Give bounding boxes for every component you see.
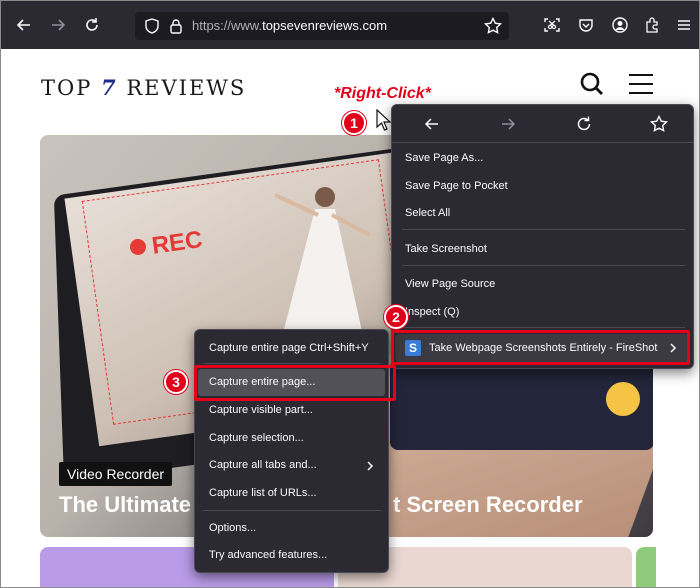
step-2-badge: 2: [384, 305, 408, 329]
capture-entire-page-highlight-box: [194, 365, 396, 401]
forward-arrow-icon[interactable]: [498, 114, 518, 134]
menu-item-save-page-as[interactable]: Save Page As...: [405, 152, 483, 164]
menu-separator: [203, 510, 381, 511]
menu-item-select-all[interactable]: Select All: [405, 207, 450, 219]
menu-separator: [402, 229, 685, 230]
record-button-illustration: [606, 382, 640, 416]
url-prefix: https://www.: [192, 18, 263, 33]
account-icon[interactable]: [607, 12, 633, 38]
menu-item-take-screenshot[interactable]: Take Screenshot: [405, 243, 487, 255]
search-icon[interactable]: [579, 71, 605, 97]
url-bar[interactable]: https://www.topsevenreviews.com: [135, 12, 509, 40]
url-domain: topsevenreviews.com: [262, 18, 388, 33]
back-arrow-icon[interactable]: [11, 12, 37, 38]
bookmark-star-icon[interactable]: [483, 16, 503, 36]
site-logo[interactable]: TOP 7 REVIEWS: [41, 75, 246, 100]
logo-seven: 7: [101, 75, 118, 100]
step-3-badge: 3: [164, 370, 188, 394]
site-menu-icon[interactable]: [628, 73, 654, 95]
menu-separator: [402, 327, 685, 328]
fireshot-highlight-box: [391, 330, 690, 365]
extensions-icon[interactable]: [639, 12, 665, 38]
submenu-capture-selection[interactable]: Capture selection...: [209, 432, 304, 444]
browser-toolbar: https://www.topsevenreviews.com: [1, 1, 699, 49]
submenu-capture-list-of-urls[interactable]: Capture list of URLs...: [209, 487, 317, 499]
submenu-options[interactable]: Options...: [209, 522, 256, 534]
chevron-right-icon: [367, 461, 374, 471]
context-menu-nav: [392, 105, 693, 143]
logo-text-reviews: REVIEWS: [126, 76, 247, 100]
menu-item-save-to-pocket[interactable]: Save Page to Pocket: [405, 180, 508, 192]
logo-text-top: TOP: [41, 76, 102, 100]
reload-icon[interactable]: [574, 114, 594, 134]
pocket-icon[interactable]: [573, 12, 599, 38]
step-1-badge: 1: [342, 111, 366, 135]
menu-item-view-page-source[interactable]: View Page Source: [405, 278, 495, 290]
submenu-capture-entire-page-shortcut[interactable]: Capture entire page Ctrl+Shift+Y: [209, 342, 369, 354]
browser-window: https://www.topsevenreviews.com TOP 7 RE…: [0, 0, 700, 588]
lock-icon[interactable]: [167, 17, 185, 35]
menu-item-inspect[interactable]: Inspect (Q): [405, 306, 459, 318]
reload-icon[interactable]: [79, 12, 105, 38]
screenshot-icon[interactable]: [539, 12, 565, 38]
submenu-capture-visible-part[interactable]: Capture visible part...: [209, 404, 313, 416]
category-badge[interactable]: Video Recorder: [59, 462, 173, 486]
hamburger-menu-icon[interactable]: [671, 12, 697, 38]
hero-title-continued[interactable]: t Screen Recorder: [393, 492, 583, 518]
menu-separator: [402, 265, 685, 266]
record-dot-icon: [128, 237, 148, 256]
shield-icon[interactable]: [143, 17, 161, 35]
back-arrow-icon[interactable]: [422, 114, 442, 134]
submenu-capture-all-tabs[interactable]: Capture all tabs and...: [209, 459, 317, 471]
app-panel-illustration: [390, 360, 653, 450]
mouse-cursor-icon: [376, 109, 392, 131]
bookmark-star-icon[interactable]: [649, 114, 669, 134]
hero-title[interactable]: The Ultimate: [59, 492, 191, 518]
submenu-try-advanced-features[interactable]: Try advanced features...: [209, 549, 327, 561]
rec-text: REC: [150, 226, 205, 260]
forward-arrow-icon[interactable]: [45, 12, 71, 38]
right-click-annotation: *Right-Click*: [334, 85, 431, 102]
menu-separator: [203, 363, 381, 364]
article-card[interactable]: [636, 547, 656, 587]
url-text[interactable]: https://www.topsevenreviews.com: [192, 18, 387, 33]
